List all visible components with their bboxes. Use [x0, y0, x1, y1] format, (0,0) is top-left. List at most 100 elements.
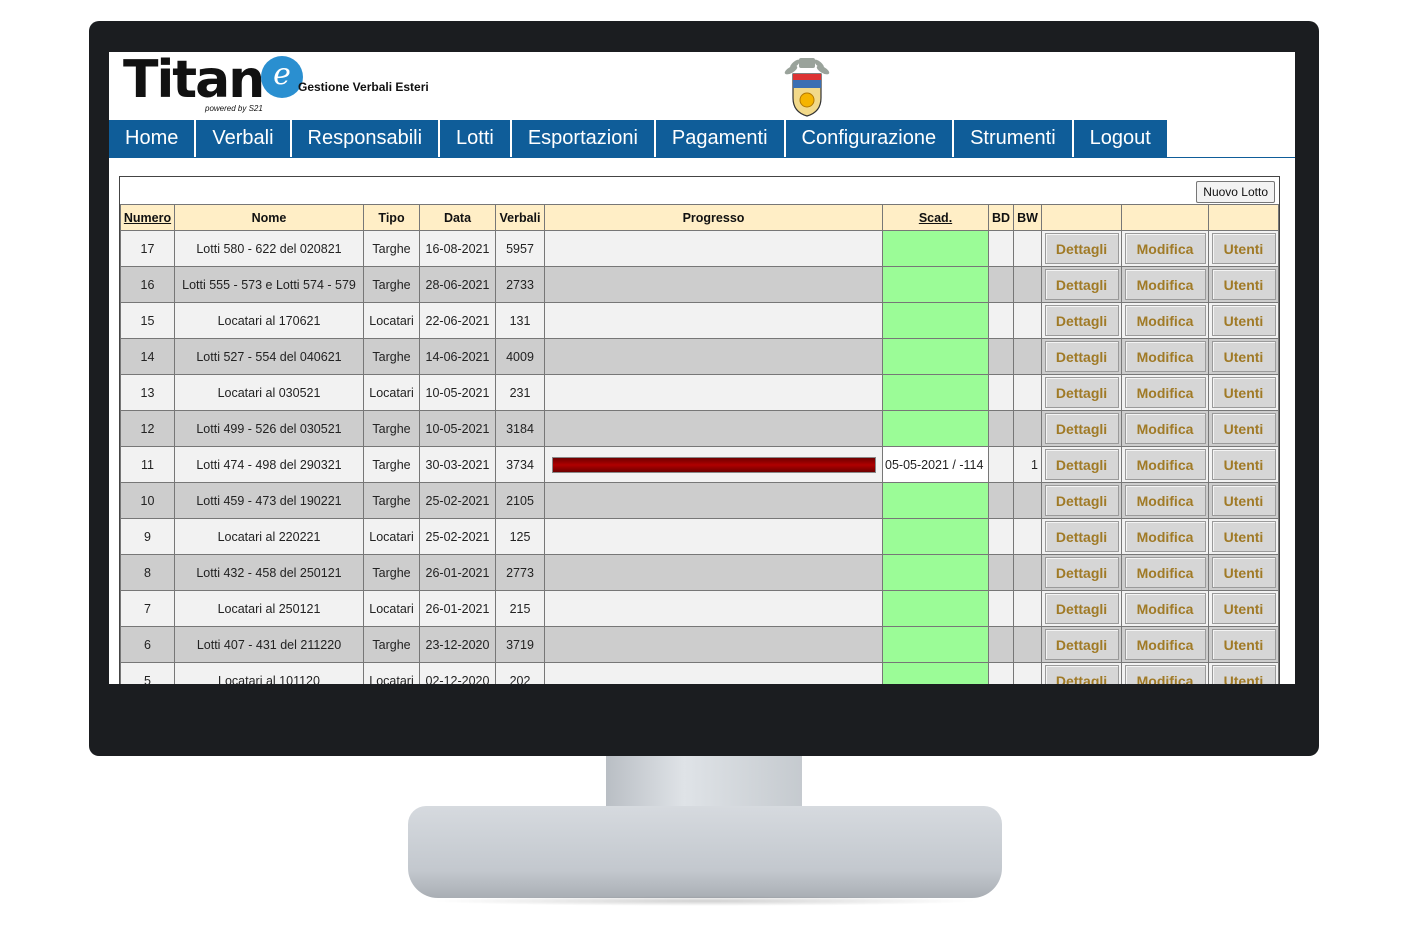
edit-button[interactable]: Modifica — [1124, 557, 1206, 588]
main-nav: Home Verbali Responsabili Lotti Esportazioni… — [109, 120, 1169, 157]
cell-action: Dettagli — [1041, 302, 1122, 339]
details-button[interactable]: Dettagli — [1044, 377, 1119, 408]
users-button[interactable]: Utenti — [1211, 233, 1276, 264]
new-lot-button[interactable]: Nuovo Lotto — [1196, 181, 1275, 203]
cell-bd — [988, 626, 1014, 663]
cell-action: Modifica — [1121, 590, 1209, 627]
app-logo[interactable]: Titan e powered by S21 — [123, 52, 303, 118]
cell-tipo: Targhe — [363, 410, 420, 447]
details-button[interactable]: Dettagli — [1044, 413, 1119, 444]
edit-button[interactable]: Modifica — [1124, 665, 1206, 684]
cell-bw — [1013, 230, 1042, 267]
details-button[interactable]: Dettagli — [1044, 341, 1119, 372]
users-button[interactable]: Utenti — [1211, 629, 1276, 660]
cell-nome: Locatari al 220221 — [174, 518, 364, 555]
col-header-edit — [1121, 204, 1209, 231]
cell-verbali: 125 — [495, 518, 545, 555]
cell-nome: Lotti 432 - 458 del 250121 — [174, 554, 364, 591]
cell-scad — [882, 590, 989, 627]
edit-button[interactable]: Modifica — [1124, 449, 1206, 480]
nav-item-esportazioni[interactable]: Esportazioni — [511, 120, 656, 157]
edit-button[interactable]: Modifica — [1124, 485, 1206, 516]
details-button[interactable]: Dettagli — [1044, 485, 1119, 516]
cell-bw — [1013, 482, 1042, 519]
nav-item-logout[interactable]: Logout — [1073, 120, 1169, 157]
nav-item-pagamenti[interactable]: Pagamenti — [655, 120, 786, 157]
details-button[interactable]: Dettagli — [1044, 557, 1119, 588]
cell-numero: 12 — [120, 410, 175, 447]
cell-bw — [1013, 662, 1042, 684]
edit-button[interactable]: Modifica — [1124, 233, 1206, 264]
nav-item-verbali[interactable]: Verbali — [196, 120, 292, 157]
cell-action: Modifica — [1121, 518, 1209, 555]
edit-button[interactable]: Modifica — [1124, 593, 1206, 624]
edit-button[interactable]: Modifica — [1124, 629, 1206, 660]
cell-action: Utenti — [1208, 590, 1279, 627]
users-button[interactable]: Utenti — [1211, 341, 1276, 372]
monitor-shadow — [430, 896, 980, 906]
col-header-scad[interactable]: Scad. — [882, 204, 989, 231]
users-button[interactable]: Utenti — [1211, 449, 1276, 480]
cell-tipo: Locatari — [363, 662, 420, 684]
edit-button[interactable]: Modifica — [1124, 521, 1206, 552]
edit-button[interactable]: Modifica — [1124, 413, 1206, 444]
details-button[interactable]: Dettagli — [1044, 593, 1119, 624]
table-row: 9 Locatari al 220221 Locatari 25-02-2021 125… — [120, 518, 1279, 555]
nav-item-strumenti[interactable]: Strumenti — [954, 120, 1074, 157]
cell-data: 28-06-2021 — [419, 266, 496, 303]
details-button[interactable]: Dettagli — [1044, 233, 1119, 264]
users-button[interactable]: Utenti — [1211, 377, 1276, 408]
cell-action: Modifica — [1121, 338, 1209, 375]
cell-action: Utenti — [1208, 662, 1279, 684]
nav-item-configurazione[interactable]: Configurazione — [785, 120, 955, 157]
cell-data: 25-02-2021 — [419, 482, 496, 519]
cell-progresso — [544, 554, 883, 591]
cell-progresso — [544, 518, 883, 555]
users-button[interactable]: Utenti — [1211, 305, 1276, 336]
cell-verbali: 202 — [495, 662, 545, 684]
cell-scad: 05-05-2021 / -114 — [882, 446, 989, 483]
users-button[interactable]: Utenti — [1211, 593, 1276, 624]
edit-button[interactable]: Modifica — [1124, 377, 1206, 408]
cell-progresso — [544, 662, 883, 684]
cell-data: 23-12-2020 — [419, 626, 496, 663]
cell-bd — [988, 266, 1014, 303]
users-button[interactable]: Utenti — [1211, 485, 1276, 516]
edit-button[interactable]: Modifica — [1124, 305, 1206, 336]
cell-action: Dettagli — [1041, 230, 1122, 267]
col-header-numero[interactable]: Numero — [120, 204, 175, 231]
users-button[interactable]: Utenti — [1211, 557, 1276, 588]
users-button[interactable]: Utenti — [1211, 521, 1276, 552]
users-button[interactable]: Utenti — [1211, 269, 1276, 300]
details-button[interactable]: Dettagli — [1044, 449, 1119, 480]
cell-bw: 1 — [1013, 446, 1042, 483]
coat-of-arms-icon — [784, 58, 830, 117]
cell-action: Utenti — [1208, 626, 1279, 663]
cell-scad — [882, 338, 989, 375]
details-button[interactable]: Dettagli — [1044, 629, 1119, 660]
details-button[interactable]: Dettagli — [1044, 665, 1119, 684]
cell-scad — [882, 230, 989, 267]
cell-data: 10-05-2021 — [419, 410, 496, 447]
edit-button[interactable]: Modifica — [1124, 269, 1206, 300]
nav-item-responsabili[interactable]: Responsabili — [291, 120, 441, 157]
cell-nome: Locatari al 101120 — [174, 662, 364, 684]
nav-item-lotti[interactable]: Lotti — [440, 120, 512, 157]
details-button[interactable]: Dettagli — [1044, 269, 1119, 300]
details-button[interactable]: Dettagli — [1044, 521, 1119, 552]
table-row: 5 Locatari al 101120 Locatari 02-12-2020 202… — [120, 662, 1279, 684]
cell-action: Dettagli — [1041, 446, 1122, 483]
cell-data: 16-08-2021 — [419, 230, 496, 267]
cell-action: Dettagli — [1041, 662, 1122, 684]
cell-tipo: Targhe — [363, 266, 420, 303]
cell-verbali: 3184 — [495, 410, 545, 447]
monitor-stand-base — [408, 806, 1002, 898]
cell-tipo: Targhe — [363, 554, 420, 591]
nav-item-home[interactable]: Home — [109, 120, 197, 157]
edit-button[interactable]: Modifica — [1124, 341, 1206, 372]
screen: Titan e powered by S21 Gestione Verbali … — [109, 52, 1295, 684]
details-button[interactable]: Dettagli — [1044, 305, 1119, 336]
users-button[interactable]: Utenti — [1211, 413, 1276, 444]
cell-data: 22-06-2021 — [419, 302, 496, 339]
users-button[interactable]: Utenti — [1211, 665, 1276, 684]
